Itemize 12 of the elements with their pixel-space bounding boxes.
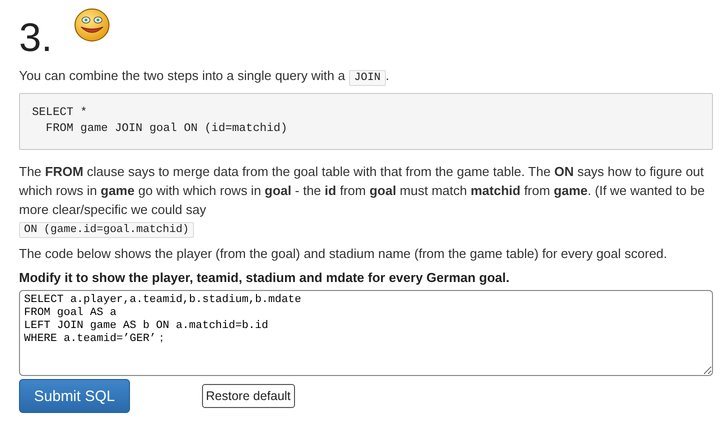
- step-number: 3.: [19, 16, 52, 60]
- explanation-text: The FROM clause says to merge data from the goal table with that from the game table. The ON says how to figure out which rows in game go with which rows in goal - the id from goal must match matchid from game. (If we wanted to be more clear/specific we could say: [19, 163, 706, 219]
- code-block: SELECT * FROM game JOIN goal ON (id=matchid): [19, 93, 713, 150]
- description-text: The code below shows the player (from the goal) and stadium name (from the game table) for every goal scored.: [19, 245, 668, 263]
- restore-button[interactable]: Restore default: [202, 384, 295, 408]
- inline-code: JOIN: [349, 70, 386, 86]
- intro-text: You can combine the two steps into a single query with a JOIN .: [19, 67, 390, 88]
- smiley-icon: [74, 8, 110, 42]
- inline-code: ON (game.id=goal.matchid): [19, 222, 194, 238]
- submit-button[interactable]: Submit SQL: [19, 379, 130, 413]
- task-text: Modify it to show the player, teamid, stadium and mdate for every German goal.: [19, 269, 510, 287]
- sql-editor[interactable]: SELECT a.player,a.teamid,b.stadium,b.mdate FROM goal AS a LEFT JOIN game AS b ON a.matchid=b.id WHERE a.teamid=’GER’；: [19, 290, 713, 376]
